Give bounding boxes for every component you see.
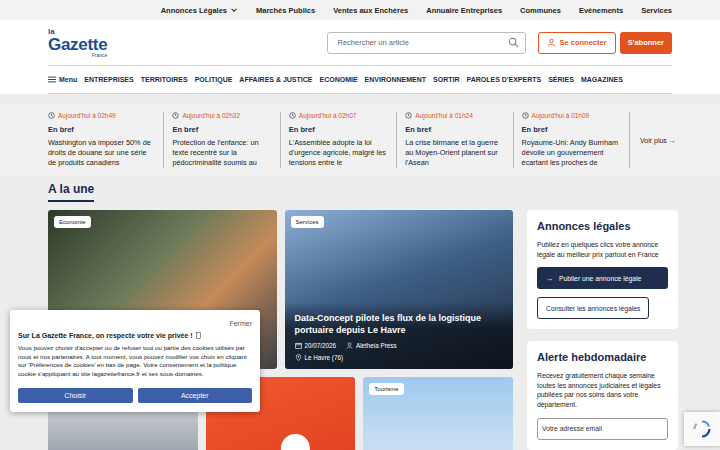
top-link[interactable]: Marchés Publics — [256, 6, 315, 15]
nav-item[interactable]: TERRITOIRES — [141, 76, 188, 83]
category-tag: Tourisme — [369, 383, 403, 395]
brief-text: L'Assemblée adopte la loi d'urgence agri… — [289, 138, 388, 168]
category-tag: Economie — [54, 216, 91, 228]
card-place: Le Havre (76) — [295, 354, 504, 361]
brief-item[interactable]: Aujourd'hui à 02h49 En bref Washington va … — [48, 112, 164, 168]
cookie-title: Sur La Gazette France, on respecte votre… — [18, 332, 252, 339]
chevron-down-icon — [230, 6, 238, 14]
clock-icon — [522, 112, 529, 119]
card-date: 20/07/2026 — [295, 342, 337, 349]
nav-item[interactable]: ENTREPRISES — [84, 76, 133, 83]
brief-time: Aujourd'hui à 01h09 — [522, 112, 621, 119]
subscribe-button[interactable]: S'abonner — [620, 32, 672, 54]
top-link[interactable]: Ventes aux Enchères — [333, 6, 408, 15]
brief-time: Aujourd'hui à 02h49 — [48, 112, 155, 119]
brief-text: Washington va imposer 50% de droits de d… — [48, 138, 155, 168]
top-link[interactable]: Evénements — [579, 6, 623, 15]
person-icon — [346, 342, 353, 349]
menu-button[interactable]: Menu — [48, 76, 77, 83]
brief-time: Aujourd'hui à 01h24 — [405, 112, 504, 119]
brief-label: En bref — [405, 125, 504, 134]
email-input[interactable] — [537, 418, 668, 440]
search-icon[interactable] — [508, 37, 519, 48]
brief-time: Aujourd'hui à 02h32 — [172, 112, 271, 119]
see-more-link[interactable]: Voir plus → — [630, 137, 678, 144]
brief-item[interactable]: Aujourd'hui à 02h07 En bref L'Assemblée ad… — [281, 112, 397, 168]
alert-card: Alerte hebdomadaire Recevez gratuitement … — [527, 341, 678, 450]
legal-title: Annonces légales — [537, 220, 668, 232]
recaptcha-icon — [692, 419, 712, 439]
clock-icon — [405, 112, 412, 119]
top-bar: Annonces Légales Marchés Publics Ventes au… — [0, 0, 720, 20]
clock-icon — [289, 112, 296, 119]
nav-item[interactable]: SORTIR — [433, 76, 459, 83]
top-link[interactable]: Services — [641, 6, 672, 15]
nav-item[interactable]: MAGAZINES — [581, 76, 623, 83]
cookie-button[interactable]: Choisir — [18, 388, 133, 403]
calendar-icon — [295, 342, 302, 349]
top-link[interactable]: Annuaire Entreprises — [426, 6, 502, 15]
cookie-text: Vous pouvez choisir d'accepter ou de ref… — [18, 344, 252, 378]
info-icon — [196, 332, 201, 339]
page: Annonces Légales Marchés Publics Ventes au… — [0, 0, 720, 450]
news-ticker: Aujourd'hui à 02h49 En bref Washington va … — [0, 104, 720, 176]
brief-label: En bref — [289, 125, 388, 134]
search-input[interactable] — [336, 37, 508, 48]
brief-item[interactable]: Aujourd'hui à 01h09 En bref Royaume-Uni: A… — [514, 112, 630, 168]
brief-label: En bref — [522, 125, 621, 134]
section-title: A la une — [48, 182, 94, 202]
category-tag: Services — [291, 216, 324, 228]
nav-item[interactable]: AFFAIRES & JUSTICE — [239, 76, 312, 83]
brief-label: En bref — [172, 125, 271, 134]
top-link[interactable]: Communes — [520, 6, 561, 15]
search-box — [327, 32, 526, 54]
card-author: Aletheia Press — [346, 342, 397, 349]
brief-label: En bref — [48, 125, 155, 134]
cookie-button[interactable]: Accepter — [138, 388, 253, 403]
legal-card: Annonces légales Publiez en quelques clic… — [527, 210, 678, 329]
clock-icon — [48, 112, 55, 119]
sidebar: Annonces légales Publiez en quelques clic… — [527, 210, 678, 450]
brief-text: Protection de l'enfance: un texte recent… — [172, 138, 271, 168]
article-card[interactable]: Services Data-Concept pilote les flux de … — [285, 210, 514, 369]
publish-button[interactable]: →Publier une annonce légale — [537, 267, 668, 289]
clock-icon — [172, 112, 179, 119]
menu-icon — [48, 76, 56, 83]
alert-text: Recevez gratuitement chaque semaine tout… — [537, 371, 668, 409]
legal-text: Publiez en quelques clics votre annonce … — [537, 240, 668, 259]
consult-button[interactable]: Consulter les annonces légales — [537, 297, 649, 319]
brief-time: Aujourd'hui à 02h07 — [289, 112, 388, 119]
card-overlay: Data-Concept pilote les flux de la logis… — [285, 302, 514, 369]
brief-text: Royaume-Uni: Andy Burnham dévoile un gou… — [522, 138, 621, 168]
cookie-banner: Fermer Sur La Gazette France, on respecte… — [10, 310, 260, 412]
nav-item[interactable]: SÉRIES — [548, 76, 574, 83]
alert-title: Alerte hebdomadaire — [537, 351, 668, 363]
top-link[interactable]: Annonces Légales — [161, 6, 238, 15]
logo[interactable]: laGazetteFrance — [48, 28, 107, 58]
main-nav: Menu ENTREPRISES TERRITOIRES POLITIQUE AFFAI… — [48, 66, 672, 94]
brief-item[interactable]: Aujourd'hui à 02h32 En bref Protection de … — [164, 112, 280, 168]
nav-item[interactable]: PAROLES D'EXPERTS — [467, 76, 542, 83]
card-title[interactable]: Data-Concept pilote les flux de la logis… — [295, 312, 504, 336]
login-button[interactable]: Se connecter — [538, 32, 616, 54]
nav-item[interactable]: ECONOMIE — [319, 76, 357, 83]
recaptcha-badge[interactable] — [684, 412, 720, 446]
nav-item[interactable]: POLITIQUE — [195, 76, 233, 83]
brief-text: La crise birmane et la guerre au Moyen-O… — [405, 138, 504, 168]
nav-item[interactable]: ENVIRONNEMENT — [365, 76, 426, 83]
user-icon — [547, 38, 556, 47]
brief-item[interactable]: Aujourd'hui à 01h24 En bref La crise birma… — [397, 112, 513, 168]
close-button[interactable]: Fermer — [18, 320, 252, 327]
pin-icon — [295, 354, 302, 361]
article-card[interactable]: Tourisme — [363, 377, 513, 450]
header: laGazetteFrance Se connecterS'abonner — [48, 20, 672, 66]
